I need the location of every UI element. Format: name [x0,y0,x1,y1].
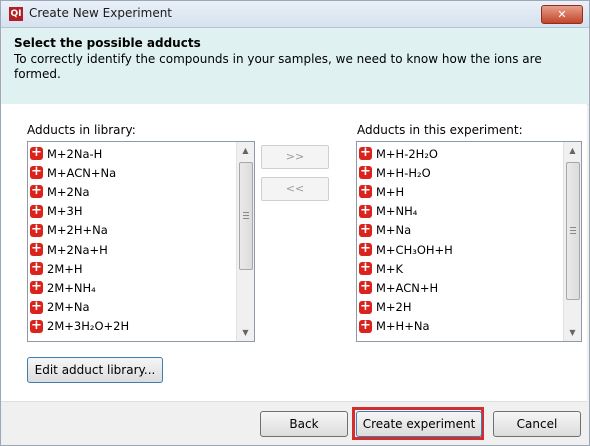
list-item[interactable]: + M+2Na+H [30,240,236,259]
plus-icon: + [359,260,372,276]
plus-icon: + [30,241,43,257]
add-adduct-button[interactable]: >> [261,145,329,169]
list-item-label: 2M+3H₂O+2H [47,319,130,334]
plus-icon: + [359,317,372,333]
create-experiment-button[interactable]: Create experiment [356,411,482,437]
list-item-label: 2M+Na [47,300,90,315]
list-item[interactable]: + M+CH₃OH+H [359,240,563,259]
plus-icon: + [30,317,43,333]
arrow-up-icon[interactable]: ▲ [237,142,254,159]
remove-adduct-button[interactable]: << [261,177,329,201]
grip-line [570,230,576,231]
arrow-down-icon[interactable]: ▼ [564,324,581,341]
grip-line [243,215,249,216]
experiment-scroll-thumb[interactable] [566,162,580,300]
list-item[interactable]: + M+2H+Na [30,221,236,240]
list-item-label: 2M+H [47,261,83,276]
list-item[interactable]: + M+2H [359,298,563,317]
list-item-label: M+2Na [47,184,90,199]
experiment-listbox[interactable]: + M+H-2H₂O + M+H-H₂O + M+H + M+NH₄ + M+Na + M+… [356,141,582,342]
plus-icon: + [30,183,43,199]
list-item-label: M+ACN+Na [47,165,117,180]
list-item[interactable]: +2M+Na [30,298,236,317]
list-item-label: M+2H+Na [47,223,108,238]
experiment-items: + M+H-2H₂O + M+H-H₂O + M+H + M+NH₄ + M+Na + M+… [359,144,563,336]
plus-icon: + [359,241,372,257]
list-item[interactable]: + M+3H [30,202,236,221]
list-item-label: M+2Na-H [47,146,103,161]
plus-icon: + [30,145,43,161]
library-scroll-thumb[interactable] [239,162,253,270]
title-bar: QI Create New Experiment ✕ [1,1,589,28]
plus-icon: + [359,298,372,314]
plus-icon: + [359,221,372,237]
app-logo-icon: QI [9,7,23,21]
list-item[interactable]: + M+K [359,259,563,278]
plus-icon: + [30,221,43,237]
list-item-label: M+CH₃OH+H [376,242,453,257]
experiment-scrollbar[interactable]: ▲ ▼ [563,142,581,341]
header-description: To correctly identify the compounds in y… [14,52,542,81]
header-band: Select the possible adducts To correctly… [2,28,588,105]
plus-icon: + [359,183,372,199]
back-button[interactable]: Back [260,411,348,437]
list-item[interactable]: + M+NH₄ [359,202,563,221]
list-item[interactable]: + M+ACN+Na [30,163,236,182]
list-item[interactable]: + M+H+Na [359,317,563,336]
cancel-button[interactable]: Cancel [493,411,581,437]
plus-icon: + [30,260,43,276]
list-item[interactable]: + M+2Na [30,182,236,201]
list-item[interactable]: + M+H [359,182,563,201]
plus-icon: + [30,202,43,218]
arrow-up-icon[interactable]: ▲ [564,142,581,159]
list-item-label: M+H-H₂O [376,165,431,180]
list-item-label: M+3H [47,204,83,219]
list-item[interactable]: +2M+3H₂O+2H [30,317,236,336]
list-item[interactable]: +2M+NH₄ [30,278,236,297]
experiment-label: Adducts in this experiment: [357,123,523,137]
grip-line [570,233,576,234]
library-items: + M+2Na-H + M+ACN+Na + M+2Na + M+3H + M+2H+Na… [30,144,236,336]
list-item[interactable]: + M+H-H₂O [359,163,563,182]
list-item-label: 2M+NH₄ [47,280,96,295]
list-item-label: M+H+Na [376,319,430,334]
plus-icon: + [359,202,372,218]
close-button[interactable]: ✕ [541,5,583,24]
list-item[interactable]: + M+ACN+H [359,278,563,297]
list-item[interactable]: +2M+H [30,259,236,278]
list-item-label: M+ACN+H [376,280,439,295]
grip-line [243,218,249,219]
list-item[interactable]: + M+2Na-H [30,144,236,163]
header-title: Select the possible adducts [14,36,201,50]
library-listbox[interactable]: + M+2Na-H + M+ACN+Na + M+2Na + M+3H + M+2H+Na… [27,141,255,342]
list-item[interactable]: + M+Na [359,221,563,240]
edit-adduct-library-button[interactable]: Edit adduct library... [27,357,163,383]
list-item-label: M+2Na+H [47,242,108,257]
list-item-label: M+K [376,261,404,276]
plus-icon: + [30,279,43,295]
plus-icon: + [359,145,372,161]
arrow-down-icon[interactable]: ▼ [237,324,254,341]
list-item-label: M+NH₄ [376,204,418,219]
plus-icon: + [30,164,43,180]
list-item-label: M+H [376,184,405,199]
list-item-label: M+H-2H₂O [376,146,438,161]
window-title: Create New Experiment [29,6,173,20]
plus-icon: + [359,164,372,180]
grip-line [570,227,576,228]
library-scrollbar[interactable]: ▲ ▼ [236,142,254,341]
list-item-label: M+2H [376,300,412,315]
list-item-label: M+Na [376,223,412,238]
library-label: Adducts in library: [27,123,136,137]
plus-icon: + [359,279,372,295]
list-item[interactable]: + M+H-2H₂O [359,144,563,163]
plus-icon: + [30,298,43,314]
grip-line [243,212,249,213]
